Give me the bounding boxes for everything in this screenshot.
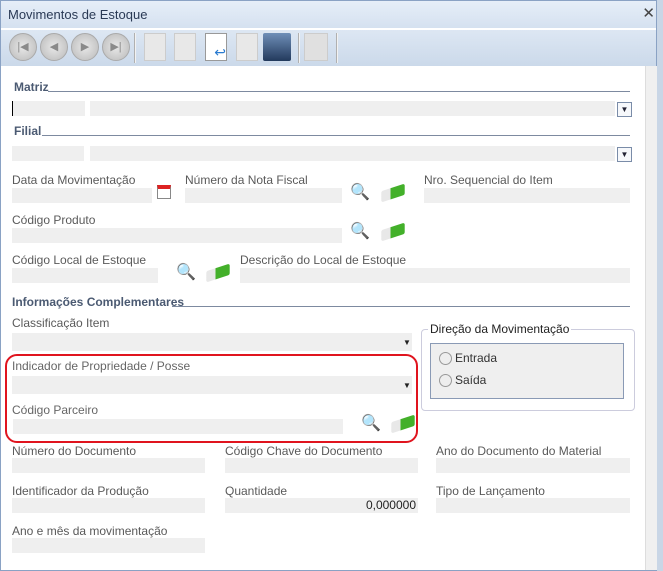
codigo-local-label: Código Local de Estoque <box>12 253 147 267</box>
nota-fiscal-label: Número da Nota Fiscal <box>185 173 308 187</box>
matriz-name-select[interactable] <box>90 101 615 116</box>
codigo-local-input[interactable] <box>12 268 158 283</box>
ano-documento-label: Ano do Documento do Material <box>436 444 602 458</box>
direcao-title: Direção da Movimentação <box>428 322 572 336</box>
first-record-button[interactable]: |◀ <box>9 33 37 61</box>
lock-icon[interactable] <box>304 33 328 61</box>
section-matriz: Matriz <box>14 80 49 94</box>
radio-entrada[interactable]: Entrada <box>439 351 498 366</box>
divider <box>42 135 630 136</box>
classificacao-select[interactable] <box>12 333 412 351</box>
tipo-lancamento-label: Tipo de Lançamento <box>436 484 545 498</box>
data-movimentacao-label: Data da Movimentação <box>12 173 136 187</box>
new-icon[interactable] <box>144 33 166 61</box>
classificacao-label: Classificação Item <box>12 316 110 330</box>
matriz-code-input[interactable] <box>12 101 85 116</box>
last-record-button[interactable]: ▶| <box>102 33 130 61</box>
divider <box>48 91 630 92</box>
quantidade-input[interactable]: 0,000000 <box>225 498 418 513</box>
nota-fiscal-input[interactable] <box>185 188 342 203</box>
descricao-local-input[interactable] <box>240 268 630 283</box>
identificador-producao-label: Identificador da Produção <box>12 484 149 498</box>
toolbar: |◀ ◀ ▶ ▶| ↩ <box>1 30 656 66</box>
chevron-down-icon[interactable]: ▼ <box>403 338 411 347</box>
search-icon[interactable]: 🔍 <box>350 221 370 241</box>
numero-documento-label: Número do Documento <box>12 444 137 458</box>
codigo-produto-input[interactable] <box>12 228 342 243</box>
filial-code-input[interactable] <box>12 146 84 161</box>
filial-name-select[interactable] <box>90 146 615 161</box>
radio-label: Entrada <box>455 351 498 365</box>
toolbar-separator <box>298 33 300 63</box>
quantidade-label: Quantidade <box>225 484 288 498</box>
data-movimentacao-input[interactable] <box>12 188 152 203</box>
descricao-local-label: Descrição do Local de Estoque <box>240 253 407 267</box>
toolbar-separator <box>336 33 338 63</box>
toolbar-separator <box>134 33 136 63</box>
save-icon[interactable] <box>263 33 291 61</box>
divider <box>172 306 630 307</box>
nro-sequencial-input[interactable] <box>424 188 630 203</box>
codigo-produto-label: Código Produto <box>12 213 96 227</box>
section-informacoes-complementares: Informações Complementares <box>12 295 185 309</box>
undo-icon[interactable]: ↩ <box>205 33 227 61</box>
close-icon[interactable]: ✕ <box>642 4 655 22</box>
radio-icon[interactable] <box>439 352 452 366</box>
section-filial: Filial <box>14 124 42 138</box>
ano-mes-label: Ano e mês da movimentação <box>12 524 168 538</box>
tipo-lancamento-input[interactable] <box>436 498 630 513</box>
numero-documento-input[interactable] <box>12 458 205 473</box>
radio-saida[interactable]: Saída <box>439 373 487 388</box>
search-icon[interactable]: 🔍 <box>176 262 196 282</box>
highlight-box <box>5 354 418 443</box>
previous-record-button[interactable]: ◀ <box>40 33 68 61</box>
direcao-options: Entrada Saída <box>430 343 624 399</box>
window-title: Movimentos de Estoque <box>8 7 148 22</box>
radio-icon[interactable] <box>439 374 452 388</box>
edit-icon[interactable] <box>174 33 196 61</box>
vertical-scrollbar[interactable] <box>645 66 657 570</box>
calendar-icon[interactable] <box>157 185 171 199</box>
ano-mes-input[interactable] <box>12 538 205 553</box>
matriz-dropdown-button[interactable]: ▼ <box>617 102 632 117</box>
codigo-chave-label: Código Chave do Documento <box>225 444 383 458</box>
next-record-button[interactable]: ▶ <box>71 33 99 61</box>
nro-sequencial-label: Nro. Sequencial do Item <box>424 173 553 187</box>
delete-icon[interactable] <box>236 33 258 61</box>
filial-dropdown-button[interactable]: ▼ <box>617 147 632 162</box>
title-bar: Movimentos de Estoque <box>1 1 656 28</box>
search-icon[interactable]: 🔍 <box>350 182 370 202</box>
codigo-chave-input[interactable] <box>225 458 418 473</box>
identificador-producao-input[interactable] <box>12 498 205 513</box>
ano-documento-input[interactable] <box>436 458 630 473</box>
background-outside <box>657 0 663 571</box>
radio-label: Saída <box>455 373 487 387</box>
